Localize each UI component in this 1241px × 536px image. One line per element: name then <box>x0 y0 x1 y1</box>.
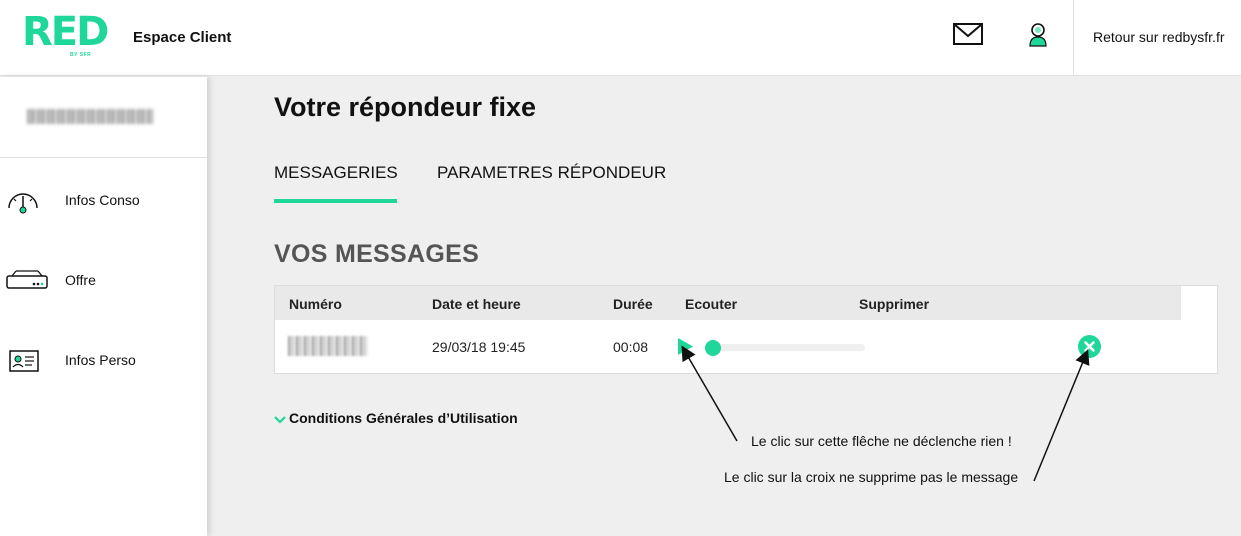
column-header-numero: Numéro <box>289 296 342 312</box>
annotation-arrow-note: Le clic sur cette flêche ne déclenche ri… <box>751 433 1012 449</box>
gauge-icon <box>6 186 40 214</box>
audio-progress-bar[interactable] <box>705 340 865 356</box>
sidebar-item-label: Offre <box>65 272 96 288</box>
sidebar-item-offre[interactable]: Offre <box>0 260 207 300</box>
logo-text: RED <box>22 9 109 55</box>
cgu-label: Conditions Générales d’Utilisation <box>289 410 518 426</box>
logo-subtext: BY SFR <box>70 52 92 58</box>
message-date: 29/03/18 19:45 <box>432 339 526 355</box>
sidebar: Infos Conso Offre Infos Perso <box>0 77 207 536</box>
sidebar-item-infos-conso[interactable]: Infos Conso <box>0 180 207 220</box>
account-name-redacted <box>27 109 153 124</box>
chevron-down-icon <box>274 412 286 424</box>
column-header-supprimer: Supprimer <box>859 296 930 312</box>
column-header-duree: Durée <box>613 296 653 312</box>
sidebar-item-label: Infos Conso <box>65 192 140 208</box>
messages-table: Numéro Date et heure Durée Ecouter Suppr… <box>274 285 1218 374</box>
sidebar-item-label: Infos Perso <box>65 352 136 368</box>
header-divider <box>1073 0 1074 76</box>
page-title: Votre répondeur fixe <box>274 92 537 122</box>
header-title: Espace Client <box>133 29 232 46</box>
sidebar-item-infos-perso[interactable]: Infos Perso <box>0 340 207 380</box>
top-header: RED BY SFR Espace Client Retour sur redb… <box>0 0 1241 76</box>
annotation-cross-note: Le clic sur la croix ne supprime pas le … <box>724 469 1019 485</box>
message-duration: 00:08 <box>613 339 649 355</box>
column-header-date: Date et heure <box>432 296 521 312</box>
tab-messageries[interactable]: MESSAGERIES <box>274 163 398 183</box>
tab-parametres-repondeur[interactable]: PARAMETRES RÉPONDEUR <box>437 163 666 183</box>
id-card-icon <box>6 346 40 374</box>
column-header-ecouter: Ecouter <box>685 296 738 312</box>
table-header: Numéro Date et heure Durée Ecouter Suppr… <box>275 286 1181 320</box>
phone-number-redacted <box>288 336 368 356</box>
play-icon[interactable] <box>677 338 693 355</box>
red-logo[interactable]: RED BY SFR <box>22 9 109 60</box>
back-to-site-link[interactable]: Retour sur redbysfr.fr <box>1093 29 1225 45</box>
section-title: VOS MESSAGES <box>274 240 480 268</box>
active-tab-indicator <box>274 199 397 203</box>
delete-icon[interactable] <box>1078 335 1101 358</box>
mail-icon[interactable] <box>953 23 983 45</box>
box-icon <box>6 266 48 294</box>
sidebar-divider <box>0 157 207 158</box>
user-icon[interactable] <box>1027 21 1049 47</box>
progress-handle[interactable] <box>705 340 721 356</box>
